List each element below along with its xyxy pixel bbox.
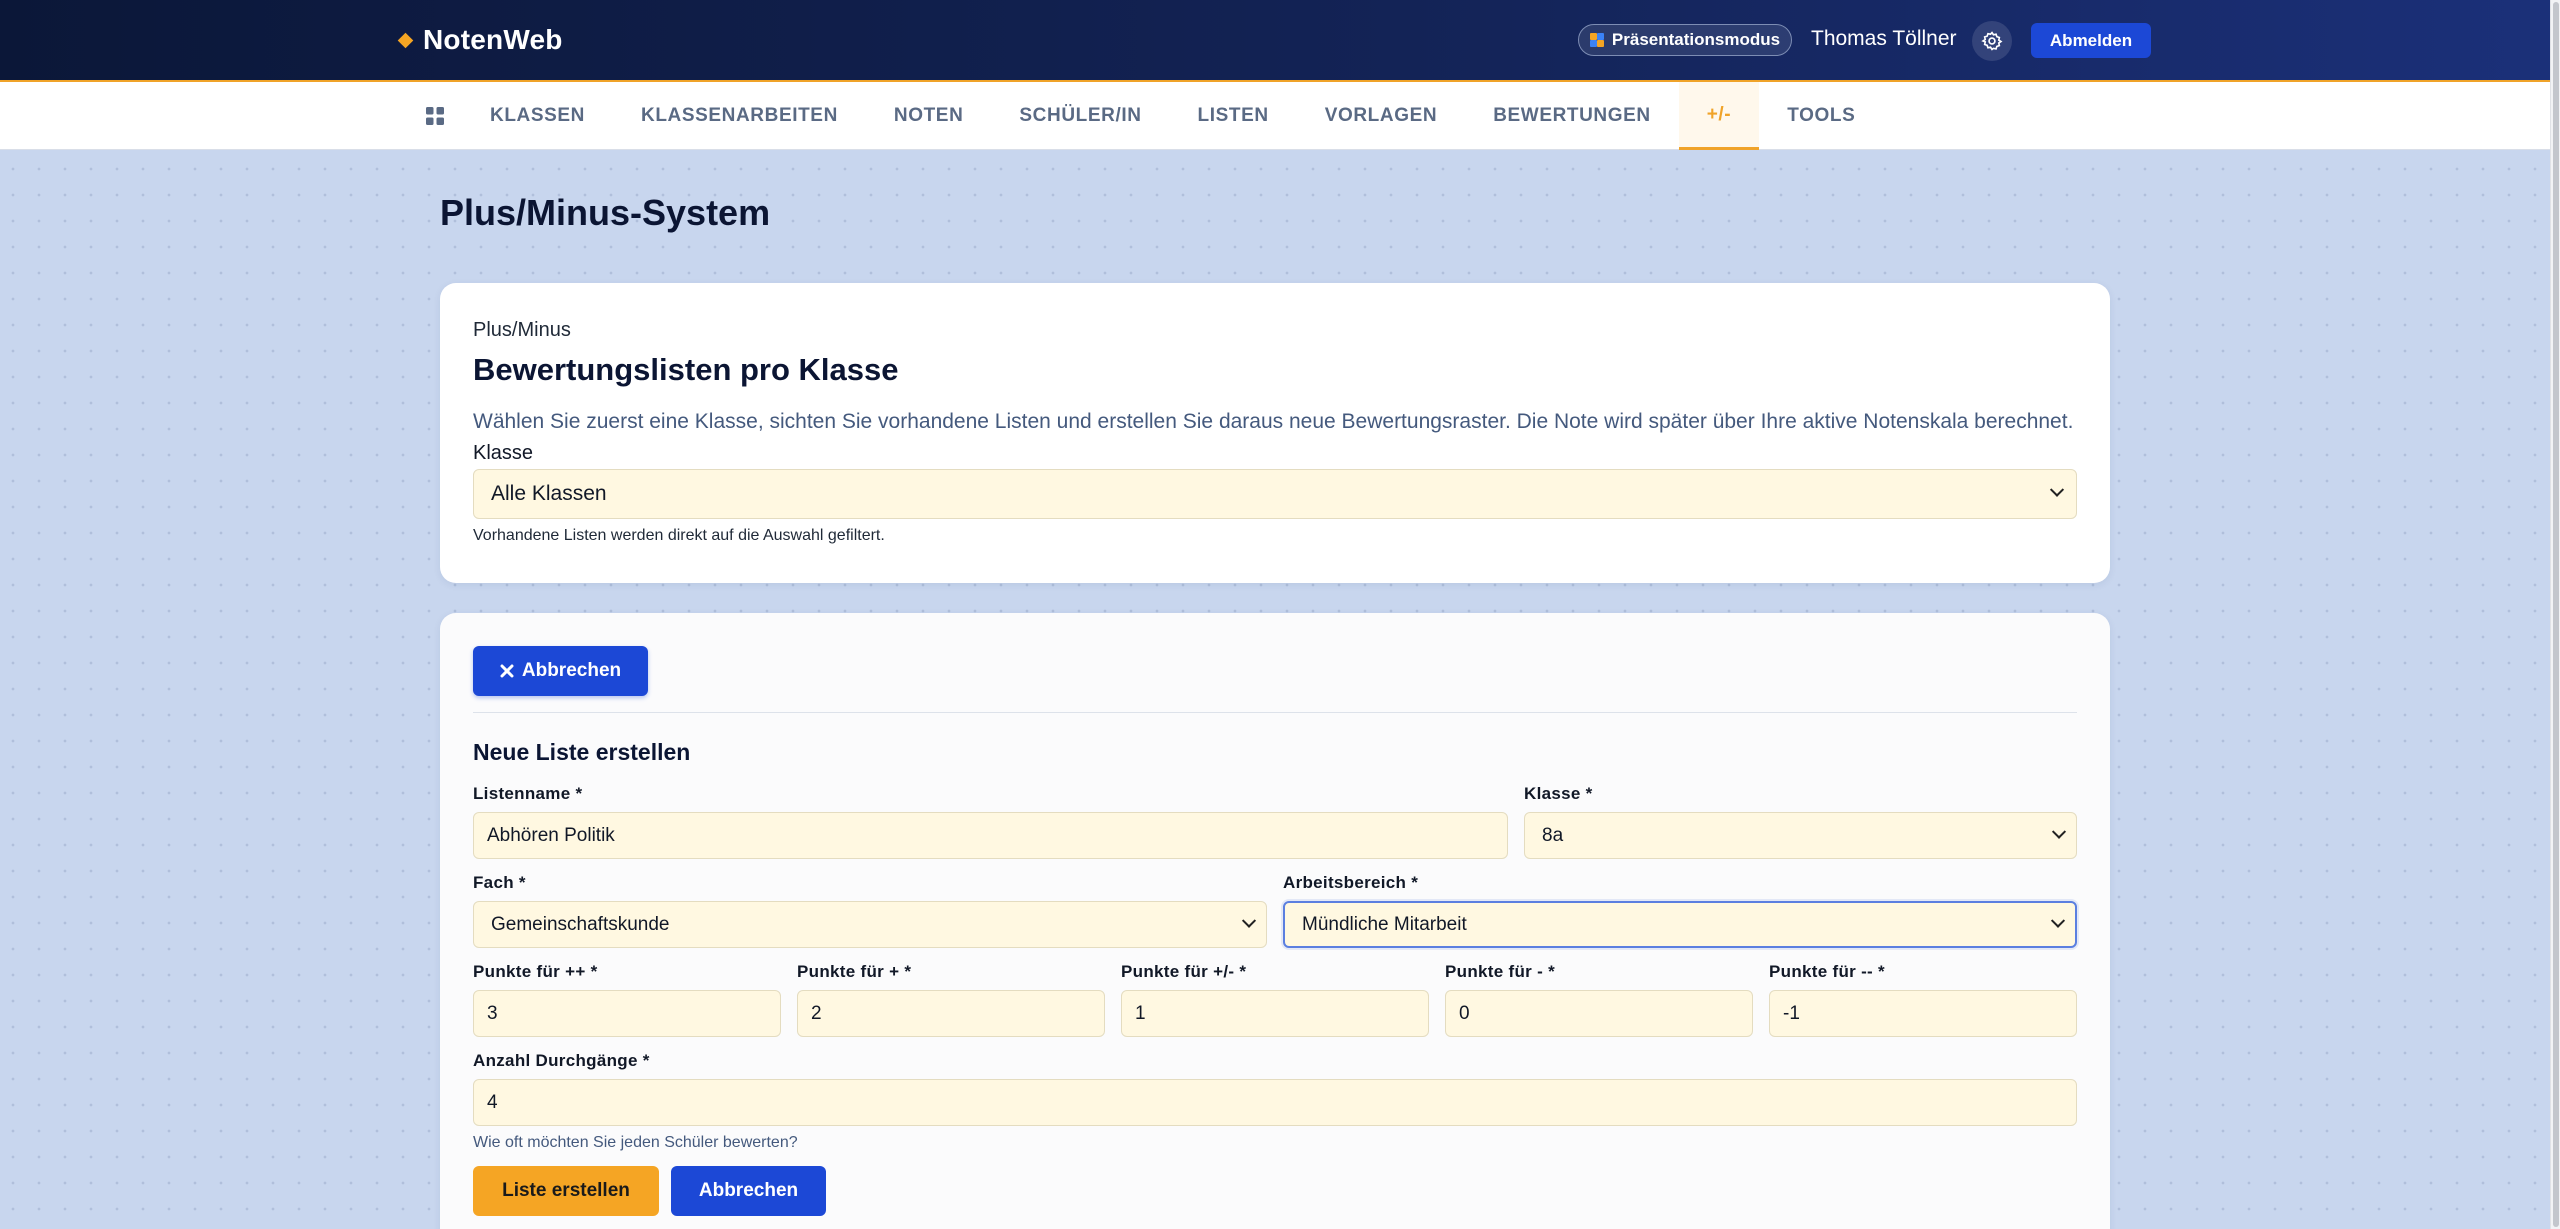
presentation-mode-label: Präsentationsmodus [1611, 30, 1781, 49]
page-scrollbar[interactable] [2550, 0, 2560, 1229]
presentation-icon [1589, 33, 1604, 47]
settings-button[interactable] [1972, 21, 2012, 61]
nav-item-vorlagen[interactable]: VORLAGEN [1297, 82, 1465, 150]
fach-value: Gemeinschaftskunde [491, 913, 670, 935]
nav-item-schueler[interactable]: SCHÜLER/IN [991, 82, 1169, 150]
chevron-down-icon [1241, 913, 1257, 928]
points-neutral-label: Punkte für +/- * [1121, 962, 1247, 981]
scrollbar-thumb[interactable] [2553, 2, 2559, 1227]
top-header: NotenWeb Präsentationsmodus Thomas Tölln… [0, 0, 2550, 82]
brand-name: NotenWeb [423, 24, 563, 55]
fach-select[interactable]: Gemeinschaftskunde [473, 901, 1267, 948]
points-minusminus-input[interactable]: -1 [1769, 990, 2077, 1037]
points-minus-input[interactable]: 0 [1445, 990, 1753, 1037]
close-icon [500, 664, 514, 678]
logout-button[interactable]: Abmelden [2031, 23, 2151, 58]
card-title: Bewertungslisten pro Klasse [473, 352, 899, 387]
listname-label: Listenname * [473, 784, 583, 803]
brand-diamond-icon [397, 32, 414, 48]
rounds-label: Anzahl Durchgänge * [473, 1051, 650, 1070]
nav-item-noten[interactable]: NOTEN [866, 82, 992, 150]
klasse-select[interactable]: 8a [1524, 812, 2077, 859]
class-filter-hint: Vorhandene Listen werden direkt auf die … [473, 527, 885, 544]
cancel-top-label: Abbrechen [521, 660, 622, 681]
card-eyebrow: Plus/Minus [473, 319, 571, 341]
brand-logo[interactable]: NotenWeb [397, 22, 563, 58]
user-name: Thomas Töllner [1811, 27, 1957, 50]
points-neutral-input[interactable]: 1 [1121, 990, 1429, 1037]
rounds-input[interactable]: 4 [473, 1079, 2077, 1126]
points-plus-input[interactable]: 2 [797, 990, 1105, 1037]
card-description: Wählen Sie zuerst eine Klasse, sichten S… [473, 410, 2074, 433]
class-filter-label: Klasse [473, 442, 534, 464]
new-list-card: Abbrechen Neue Liste erstellen Listennam… [440, 613, 2110, 1229]
points-plusplus-label: Punkte für ++ * [473, 962, 598, 981]
class-selection-card: Plus/Minus Bewertungslisten pro Klasse W… [440, 283, 2110, 583]
points-plus-label: Punkte für + * [797, 962, 912, 981]
arbeitsbereich-value: Mündliche Mitarbeit [1302, 913, 1467, 935]
arbeitsbereich-select[interactable]: Mündliche Mitarbeit [1283, 901, 2077, 948]
cancel-button[interactable]: Abbrechen [671, 1166, 826, 1216]
nav-item-listen[interactable]: LISTEN [1170, 82, 1297, 150]
divider [473, 712, 2077, 713]
chevron-down-icon [2051, 824, 2067, 839]
nav-item-bewertungen[interactable]: BEWERTUNGEN [1465, 82, 1679, 150]
points-plusplus-input[interactable]: 3 [473, 990, 781, 1037]
class-filter-value: Alle Klassen [491, 482, 607, 505]
cancel-top-button[interactable]: Abbrechen [473, 646, 648, 696]
fach-label: Fach * [473, 873, 526, 892]
points-minusminus-label: Punkte für -- * [1769, 962, 1885, 981]
chevron-down-icon [2050, 913, 2066, 928]
main-nav: KLASSEN KLASSENARBEITEN NOTEN SCHÜLER/IN… [0, 82, 2550, 150]
arbeitsbereich-label: Arbeitsbereich * [1283, 873, 1419, 892]
class-filter-select[interactable]: Alle Klassen [473, 469, 2077, 519]
dashboard-grid-button[interactable] [406, 82, 462, 150]
klasse-label: Klasse * [1524, 784, 1593, 803]
gear-icon [1981, 31, 2003, 51]
listname-input[interactable]: Abhören Politik [473, 812, 1508, 859]
nav-item-plus-minus[interactable]: +/- [1678, 82, 1760, 150]
nav-item-klassenarbeiten[interactable]: KLASSENARBEITEN [613, 82, 866, 150]
create-list-button[interactable]: Liste erstellen [473, 1166, 659, 1216]
chevron-down-icon [2049, 482, 2065, 497]
form-title: Neue Liste erstellen [473, 739, 691, 765]
page-title: Plus/Minus-System [440, 192, 771, 233]
grid-icon [426, 107, 444, 125]
nav-item-klassen[interactable]: KLASSEN [462, 82, 613, 150]
presentation-mode-button[interactable]: Präsentationsmodus [1578, 24, 1792, 56]
klasse-value: 8a [1542, 824, 1564, 846]
rounds-hint: Wie oft möchten Sie jeden Schüler bewert… [473, 1134, 798, 1151]
nav-item-tools[interactable]: TOOLS [1759, 82, 1883, 150]
points-minus-label: Punkte für - * [1445, 962, 1555, 981]
